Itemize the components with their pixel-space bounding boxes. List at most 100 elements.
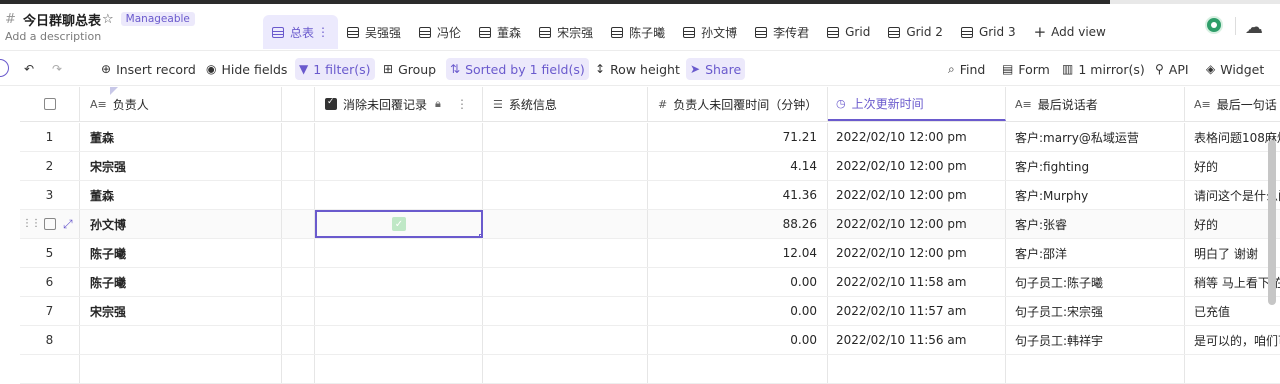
column-header-owner[interactable]: A≡ 负责人 xyxy=(80,87,282,121)
speaker-cell[interactable]: 句子员工:宋宗强 xyxy=(1006,297,1185,325)
column-header-clear-unreplied[interactable]: 消除未回覆记录🔒︎⋮ xyxy=(315,87,483,121)
table-row[interactable]: 6 陈子曦 0.00 2022/02/10 11:58 am 句子员工:陈子曦 … xyxy=(20,268,1280,297)
mirror-button[interactable]: ▥ 1 mirror(s) xyxy=(1058,58,1149,80)
checkbox-cell[interactable] xyxy=(315,239,483,267)
table-row[interactable]: 5 陈子曦 12.04 2022/02/10 12:00 pm 客户:邵洋 明白… xyxy=(20,239,1280,268)
message-cell[interactable]: 请问这个是什么问题 xyxy=(1185,181,1280,209)
drag-handle-icon[interactable]: ⋮⋮ xyxy=(22,218,41,229)
minutes-cell[interactable]: 0.00 xyxy=(648,297,828,325)
speaker-cell[interactable]: 客户:邵洋 xyxy=(1006,239,1185,267)
find-button[interactable]: ⌕ Find xyxy=(944,58,989,80)
undo-button[interactable]: ↶ xyxy=(20,58,43,80)
owner-cell[interactable]: 宋宗强 xyxy=(80,152,282,180)
owner-cell[interactable]: 孙文博 xyxy=(80,210,282,238)
minutes-cell[interactable]: 0.00 xyxy=(648,268,828,296)
speaker-cell[interactable]: 客户:marry@私域运营 xyxy=(1006,123,1185,151)
owner-cell[interactable]: 董森 xyxy=(80,181,282,209)
tab-grid-3[interactable]: Grid 3 xyxy=(952,15,1025,49)
table-row[interactable]: 7 宋宗强 0.00 2022/02/10 11:57 am 句子员工:宋宗强 … xyxy=(20,297,1280,326)
column-header-last-updated[interactable]: ◷ 上次更新时间 xyxy=(828,87,1006,121)
tab-main[interactable]: 总表 ⋮ xyxy=(263,15,339,49)
speaker-cell[interactable]: 句子员工:韩祥宇 xyxy=(1006,326,1185,354)
speaker-cell[interactable]: 客户:Murphy xyxy=(1006,181,1185,209)
sidebar-toggle[interactable] xyxy=(0,59,9,77)
tab-view-1[interactable]: 吴强强 xyxy=(338,15,410,49)
owner-cell[interactable] xyxy=(80,326,282,354)
updated-cell[interactable]: 2022/02/10 12:00 pm xyxy=(828,181,1006,209)
add-view-button[interactable]: + Add view xyxy=(1025,15,1115,49)
updated-cell[interactable]: 2022/02/10 12:00 pm xyxy=(828,152,1006,180)
system-info-cell[interactable] xyxy=(483,152,648,180)
checkbox-cell[interactable] xyxy=(315,326,483,354)
column-header-last-message[interactable]: A≡ 最后一句话 xyxy=(1185,87,1280,121)
message-cell[interactable]: 明白了 谢谢 xyxy=(1185,239,1280,267)
tab-view-7[interactable]: 李传君 xyxy=(746,15,818,49)
message-cell[interactable]: 已充值 xyxy=(1185,297,1280,325)
system-info-cell[interactable] xyxy=(483,123,648,151)
updated-cell[interactable]: 2022/02/10 12:00 pm xyxy=(828,210,1006,238)
select-all-checkbox[interactable] xyxy=(20,87,80,121)
system-info-cell[interactable] xyxy=(483,268,648,296)
widget-button[interactable]: ◈ Widget xyxy=(1202,58,1268,80)
system-info-cell[interactable] xyxy=(483,210,648,238)
minutes-cell[interactable]: 71.21 xyxy=(648,123,828,151)
tab-grid[interactable]: Grid xyxy=(818,15,879,49)
system-info-cell[interactable] xyxy=(483,326,648,354)
message-cell[interactable]: 好的 xyxy=(1185,152,1280,180)
owner-cell[interactable]: 陈子曦 xyxy=(80,239,282,267)
message-cell[interactable]: 是可以的，咱们可以 xyxy=(1185,326,1280,354)
more-icon[interactable]: ⋮ xyxy=(456,97,468,111)
sort-button[interactable]: ⇅ Sorted by 1 field(s) xyxy=(446,58,589,80)
tab-view-3[interactable]: 董森 xyxy=(470,15,530,49)
page-title[interactable]: 今日群聊总表 xyxy=(23,10,101,29)
star-icon[interactable]: ☆ xyxy=(102,12,114,27)
hide-fields-button[interactable]: ◉ Hide fields xyxy=(202,58,291,80)
avatar[interactable] xyxy=(1205,16,1223,34)
column-header-system-info[interactable]: ☰ 系统信息 xyxy=(483,87,648,121)
speaker-cell[interactable]: 客户:张睿 xyxy=(1006,210,1185,238)
table-row[interactable]: 3 董森 41.36 2022/02/10 12:00 pm 客户:Murphy… xyxy=(20,181,1280,210)
owner-cell[interactable]: 陈子曦 xyxy=(80,268,282,296)
table-row[interactable]: 2 宋宗强 4.14 2022/02/10 12:00 pm 客户:fighti… xyxy=(20,152,1280,181)
redo-button[interactable]: ↷ xyxy=(48,58,71,80)
checkbox-cell[interactable] xyxy=(315,152,483,180)
share-button[interactable]: ➤ Share xyxy=(686,58,746,80)
insert-record-button[interactable]: ⊕ Insert record xyxy=(97,58,200,80)
checkbox-cell[interactable] xyxy=(315,268,483,296)
form-button[interactable]: ▤ Form xyxy=(998,58,1054,80)
row-height-button[interactable]: ↕ Row height xyxy=(591,58,684,80)
cloud-icon[interactable]: ☁ xyxy=(1245,17,1263,38)
column-header-last-speaker[interactable]: A≡ 最后说话者 xyxy=(1006,87,1185,121)
system-info-cell[interactable] xyxy=(483,181,648,209)
minutes-cell[interactable]: 4.14 xyxy=(648,152,828,180)
tab-view-6[interactable]: 孙文博 xyxy=(674,15,746,49)
tab-view-4[interactable]: 宋宗强 xyxy=(530,15,602,49)
checkbox-cell[interactable] xyxy=(315,297,483,325)
table-row[interactable]: 8 0.00 2022/02/10 11:56 am 句子员工:韩祥宇 是可以的… xyxy=(20,326,1280,355)
minutes-cell[interactable]: 0.00 xyxy=(648,326,828,354)
api-button[interactable]: ⚲ API xyxy=(1151,58,1193,80)
system-info-cell[interactable] xyxy=(483,239,648,267)
checkbox-cell[interactable] xyxy=(315,123,483,151)
minutes-cell[interactable]: 41.36 xyxy=(648,181,828,209)
tab-view-5[interactable]: 陈子曦 xyxy=(602,15,674,49)
minutes-cell[interactable]: 12.04 xyxy=(648,239,828,267)
table-row[interactable]: ⋮⋮ ⤢ 孙文博 ✓ 88.26 2022/02/10 12:00 pm 客户:… xyxy=(20,210,1280,239)
checkbox-cell[interactable] xyxy=(315,181,483,209)
description-field[interactable]: Add a description xyxy=(5,30,101,43)
row-checkbox[interactable] xyxy=(44,218,56,230)
filter-button[interactable]: ▼ 1 filter(s) xyxy=(295,58,375,80)
message-cell[interactable]: 好的 xyxy=(1185,210,1280,238)
updated-cell[interactable]: 2022/02/10 11:58 am xyxy=(828,268,1006,296)
updated-cell[interactable]: 2022/02/10 12:00 pm xyxy=(828,239,1006,267)
table-row[interactable]: 1 董森 71.21 2022/02/10 12:00 pm 客户:marry@… xyxy=(20,123,1280,152)
checkbox-cell-selected[interactable]: ✓ xyxy=(315,210,483,238)
vertical-scrollbar[interactable] xyxy=(1268,140,1276,305)
tab-view-2[interactable]: 冯伦 xyxy=(410,15,470,49)
expand-record-icon[interactable]: ⤢ xyxy=(63,217,73,232)
message-cell[interactable]: 表格问题108麻烦跟进 xyxy=(1185,123,1280,151)
system-info-cell[interactable] xyxy=(483,297,648,325)
updated-cell[interactable]: 2022/02/10 11:57 am xyxy=(828,297,1006,325)
speaker-cell[interactable]: 客户:fighting xyxy=(1006,152,1185,180)
speaker-cell[interactable]: 句子员工:陈子曦 xyxy=(1006,268,1185,296)
